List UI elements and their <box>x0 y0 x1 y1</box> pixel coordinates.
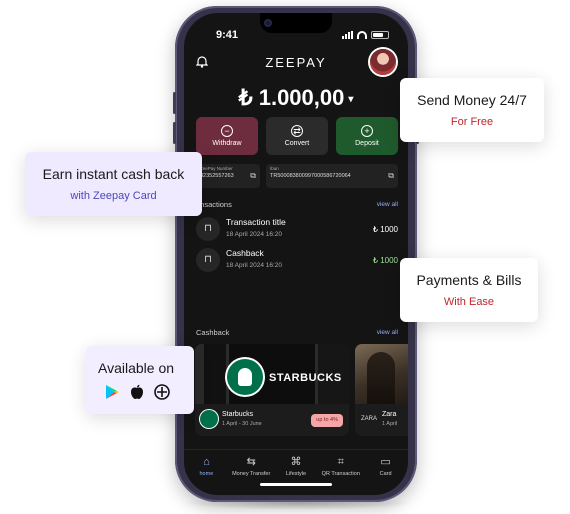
transaction-amount: ₺ 1000 <box>372 256 398 265</box>
status-time: 9:41 <box>216 29 239 41</box>
cashback-badge: up to 4% <box>311 414 343 427</box>
withdraw-button[interactable]: − Withdraw <box>196 117 258 155</box>
deposit-button[interactable]: + Deposit <box>336 117 398 155</box>
cashback-title: Cashback <box>196 328 230 337</box>
nav-label: Lifestyle <box>285 471 307 477</box>
transaction-row[interactable]: ⊓ Cashback 18 April 2024 16:20 ₺ 1000 <box>196 246 398 274</box>
transaction-date: 18 April 2024 16:20 <box>226 231 283 238</box>
starbucks-logo-small <box>200 410 218 428</box>
phone-volume-button <box>173 122 176 144</box>
minus-circle-icon: − <box>221 125 233 137</box>
zeepay-number-box: ZeePay Number 82352557263 ⧉ <box>196 164 260 188</box>
nav-card[interactable]: ▭ Card <box>364 456 408 495</box>
store-banner-text: STARBUCKS <box>269 372 342 384</box>
account-info: ZeePay Number 82352557263 ⧉ Iban TR50008… <box>196 164 398 188</box>
bottom-nav: ⌂ home ⇆ Money Transfer ⌘ Lifestyle ⌗ QR… <box>184 449 408 495</box>
model-photo <box>367 352 395 404</box>
convert-icon: ⇄ <box>291 125 303 137</box>
store-icons <box>98 384 194 400</box>
cashback-card-name: Starbucks <box>222 411 254 418</box>
bag-icon: ⊓ <box>196 248 220 272</box>
convert-label: Convert <box>284 140 310 147</box>
nav-money-transfer[interactable]: ⇆ Money Transfer <box>229 456 273 495</box>
google-play-icon[interactable] <box>104 384 120 400</box>
cashback-card[interactable]: STARBUCKS Starbucks 1 April - 30 June up… <box>195 344 349 436</box>
transactions-view-all[interactable]: view all <box>377 201 398 208</box>
bag-icon: ⊓ <box>196 217 220 241</box>
wifi-icon <box>357 31 367 39</box>
cashback-card-date: 1 April <box>382 421 398 427</box>
front-camera <box>264 19 272 27</box>
transaction-title: Cashback <box>226 248 264 258</box>
transaction-row[interactable]: ⊓ Transaction title 18 April 2024 16:20 … <box>196 215 398 243</box>
app-gallery-icon[interactable] <box>154 384 170 400</box>
home-icon: ⌂ <box>203 456 210 468</box>
callout-title: Available on <box>98 360 175 376</box>
chevron-down-icon: ▾ <box>348 93 354 105</box>
card-icon: ▭ <box>380 456 391 468</box>
callout-earn-cashback: Earn instant cash back with Zeepay Card <box>25 152 202 216</box>
callout-send-money: Send Money 24/7 For Free <box>400 78 544 142</box>
callout-subtitle: For Free <box>450 116 494 128</box>
avatar[interactable] <box>370 49 396 75</box>
callout-title: Earn instant cash back <box>42 166 185 182</box>
transaction-amount: ₺ 1000 <box>372 225 398 234</box>
cashback-card-name: Zara <box>382 411 397 418</box>
callout-available-on: Available on <box>86 346 194 414</box>
nav-label: Card <box>379 471 392 477</box>
qr-icon: ⌗ <box>337 456 344 468</box>
cashback-view-all[interactable]: view all <box>377 329 398 336</box>
nav-label: Money Transfer <box>232 471 271 477</box>
callout-subtitle: With Ease <box>443 296 495 308</box>
starbucks-logo <box>227 359 263 395</box>
signal-icon <box>342 31 353 39</box>
balance-selector[interactable]: ₺ 1.000,00 ▾ <box>184 85 408 111</box>
nav-home[interactable]: ⌂ home <box>184 456 228 495</box>
withdraw-label: Withdraw <box>212 140 242 147</box>
cashback-carousel: STARBUCKS Starbucks 1 April - 30 June up… <box>195 344 408 436</box>
nav-lifestyle[interactable]: ⌘ Lifestyle <box>274 456 318 495</box>
callout-title: Payments & Bills <box>416 272 522 288</box>
zeepay-number-value: 82352557263 <box>200 173 234 179</box>
apple-icon[interactable] <box>130 384 144 400</box>
callout-payments-bills: Payments & Bills With Ease <box>400 258 538 322</box>
nav-qr-transaction[interactable]: ⌗ QR Transaction <box>319 456 363 495</box>
transfer-icon: ⇆ <box>246 456 256 468</box>
nav-label: home <box>199 471 214 477</box>
copy-icon[interactable]: ⧉ <box>388 171 394 181</box>
nav-label: QR Transaction <box>321 471 360 477</box>
cashback-card-date: 1 April - 30 June <box>222 421 262 427</box>
deposit-label: Deposit <box>355 140 379 147</box>
transaction-title: Transaction title <box>226 217 286 227</box>
copy-icon[interactable]: ⧉ <box>250 171 256 181</box>
iban-box: Iban TR500083800997000586720064 ⧉ <box>266 164 398 188</box>
zeepay-number-label: ZeePay Number <box>200 166 233 171</box>
quick-actions: − Withdraw ⇄ Convert + Deposit <box>196 117 398 155</box>
callout-title: Send Money 24/7 <box>417 92 527 108</box>
iban-label: Iban <box>270 166 279 171</box>
convert-button[interactable]: ⇄ Convert <box>266 117 328 155</box>
balance-amount: ₺ 1.000,00 <box>238 85 345 110</box>
transaction-date: 18 April 2024 16:20 <box>226 262 283 269</box>
cashback-card[interactable]: ZARA Zara 1 April <box>355 344 408 436</box>
home-indicator <box>260 483 332 486</box>
plus-circle-icon: + <box>361 125 373 137</box>
iban-value: TR500083800997000586720064 <box>270 173 351 179</box>
status-icons <box>342 31 389 39</box>
callout-subtitle: with Zeepay Card <box>70 190 157 202</box>
phone-screen: 9:41 ZEEPAY ₺ 1.000,00 ▾ − Withdraw ⇄ Con… <box>184 13 408 495</box>
zara-logo: ZARA <box>360 410 378 428</box>
grid-icon: ⌘ <box>290 456 302 468</box>
phone-volume-button <box>173 92 176 114</box>
battery-icon <box>371 31 389 39</box>
